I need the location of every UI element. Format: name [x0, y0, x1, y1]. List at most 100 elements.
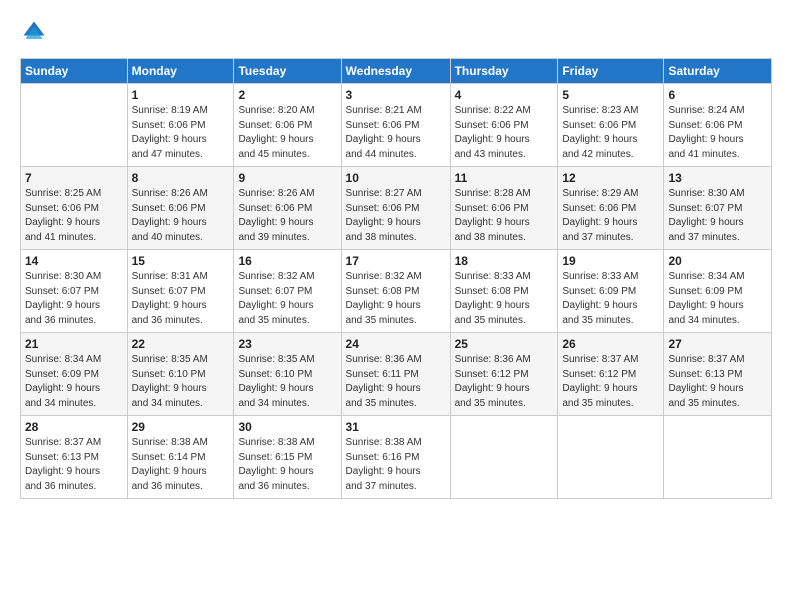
day-number: 24: [346, 337, 446, 351]
calendar-cell: 10Sunrise: 8:27 AM Sunset: 6:06 PM Dayli…: [341, 167, 450, 250]
calendar-cell: [21, 84, 128, 167]
day-info: Sunrise: 8:26 AM Sunset: 6:06 PM Dayligh…: [238, 187, 336, 245]
calendar-cell: 14Sunrise: 8:30 AM Sunset: 6:07 PM Dayli…: [21, 250, 128, 333]
day-info: Sunrise: 8:19 AM Sunset: 6:06 PM Dayligh…: [132, 104, 230, 162]
day-number: 23: [238, 337, 336, 351]
calendar-cell: 19Sunrise: 8:33 AM Sunset: 6:09 PM Dayli…: [558, 250, 664, 333]
day-number: 9: [238, 171, 336, 185]
calendar-week-row: 14Sunrise: 8:30 AM Sunset: 6:07 PM Dayli…: [21, 250, 772, 333]
day-info: Sunrise: 8:32 AM Sunset: 6:07 PM Dayligh…: [238, 270, 336, 328]
calendar-cell: 31 Sunrise: 8:38 AM Sunset: 6:16 PM Dayli…: [341, 416, 450, 499]
calendar-cell: 22 Sunrise: 8:35 AM Sunset: 6:10 PM Dayli…: [127, 333, 234, 416]
calendar-header: SundayMondayTuesdayWednesdayThursdayFrid…: [21, 59, 772, 84]
day-info: Sunrise: 8:25 AM Sunset: 6:06 PM Dayligh…: [25, 187, 123, 245]
day-info: Sunrise: 8:21 AM Sunset: 6:06 PM Dayligh…: [346, 104, 446, 162]
day-number: 2: [238, 88, 336, 102]
day-number: 26: [562, 337, 659, 351]
day-info: Sunrise: 8:36 AM Sunset: 6:12 PM Dayligh…: [455, 353, 554, 411]
header: [20, 18, 772, 46]
calendar-cell: 30 Sunrise: 8:38 AM Sunset: 6:15 PM Dayli…: [234, 416, 341, 499]
weekday-header: Wednesday: [341, 59, 450, 84]
day-number: 7: [25, 171, 123, 185]
calendar-cell: 29 Sunrise: 8:38 AM Sunset: 6:14 PM Dayli…: [127, 416, 234, 499]
day-info: Sunrise: 8:35 AM Sunset: 6:10 PM Dayligh…: [132, 353, 230, 411]
day-number: 12: [562, 171, 659, 185]
calendar-cell: 11 Sunrise: 8:28 AM Sunset: 6:06 PM Dayli…: [450, 167, 558, 250]
weekday-header: Monday: [127, 59, 234, 84]
day-number: 21: [25, 337, 123, 351]
calendar-cell: 1 Sunrise: 8:19 AM Sunset: 6:06 PM Daylig…: [127, 84, 234, 167]
day-info: Sunrise: 8:29 AM Sunset: 6:06 PM Dayligh…: [562, 187, 659, 245]
day-number: 15: [132, 254, 230, 268]
calendar-cell: 21 Sunrise: 8:34 AM Sunset: 6:09 PM Dayli…: [21, 333, 128, 416]
day-number: 20: [668, 254, 767, 268]
day-info: Sunrise: 8:38 AM Sunset: 6:16 PM Dayligh…: [346, 436, 446, 494]
weekday-header: Sunday: [21, 59, 128, 84]
calendar-week-row: 21 Sunrise: 8:34 AM Sunset: 6:09 PM Dayli…: [21, 333, 772, 416]
day-number: 19: [562, 254, 659, 268]
calendar-cell: 13 Sunrise: 8:30 AM Sunset: 6:07 PM Dayli…: [664, 167, 772, 250]
calendar-table: SundayMondayTuesdayWednesdayThursdayFrid…: [20, 58, 772, 499]
page-container: SundayMondayTuesdayWednesdayThursdayFrid…: [0, 0, 792, 509]
day-number: 13: [668, 171, 767, 185]
calendar-cell: 23 Sunrise: 8:35 AM Sunset: 6:10 PM Dayli…: [234, 333, 341, 416]
day-info: Sunrise: 8:22 AM Sunset: 6:06 PM Dayligh…: [455, 104, 554, 162]
day-info: Sunrise: 8:24 AM Sunset: 6:06 PM Dayligh…: [668, 104, 767, 162]
calendar-week-row: 7 Sunrise: 8:25 AM Sunset: 6:06 PM Daylig…: [21, 167, 772, 250]
day-number: 5: [562, 88, 659, 102]
weekday-header: Tuesday: [234, 59, 341, 84]
calendar-cell: 3 Sunrise: 8:21 AM Sunset: 6:06 PM Daylig…: [341, 84, 450, 167]
day-number: 22: [132, 337, 230, 351]
calendar-cell: 12 Sunrise: 8:29 AM Sunset: 6:06 PM Dayli…: [558, 167, 664, 250]
day-info: Sunrise: 8:38 AM Sunset: 6:14 PM Dayligh…: [132, 436, 230, 494]
day-number: 16: [238, 254, 336, 268]
day-number: 11: [455, 171, 554, 185]
day-info: Sunrise: 8:36 AM Sunset: 6:11 PM Dayligh…: [346, 353, 446, 411]
calendar-cell: 4 Sunrise: 8:22 AM Sunset: 6:06 PM Daylig…: [450, 84, 558, 167]
calendar-cell: [558, 416, 664, 499]
calendar-cell: [450, 416, 558, 499]
day-number: 10: [346, 171, 446, 185]
weekday-header: Friday: [558, 59, 664, 84]
calendar-cell: 7 Sunrise: 8:25 AM Sunset: 6:06 PM Daylig…: [21, 167, 128, 250]
calendar-cell: 8Sunrise: 8:26 AM Sunset: 6:06 PM Daylig…: [127, 167, 234, 250]
calendar-cell: 18Sunrise: 8:33 AM Sunset: 6:08 PM Dayli…: [450, 250, 558, 333]
day-info: Sunrise: 8:34 AM Sunset: 6:09 PM Dayligh…: [668, 270, 767, 328]
day-number: 25: [455, 337, 554, 351]
day-info: Sunrise: 8:37 AM Sunset: 6:13 PM Dayligh…: [25, 436, 123, 494]
calendar-cell: 26Sunrise: 8:37 AM Sunset: 6:12 PM Dayli…: [558, 333, 664, 416]
day-number: 14: [25, 254, 123, 268]
calendar-cell: 5 Sunrise: 8:23 AM Sunset: 6:06 PM Daylig…: [558, 84, 664, 167]
day-number: 17: [346, 254, 446, 268]
weekday-header: Saturday: [664, 59, 772, 84]
calendar-cell: 25 Sunrise: 8:36 AM Sunset: 6:12 PM Dayli…: [450, 333, 558, 416]
day-info: Sunrise: 8:28 AM Sunset: 6:06 PM Dayligh…: [455, 187, 554, 245]
day-info: Sunrise: 8:30 AM Sunset: 6:07 PM Dayligh…: [668, 187, 767, 245]
day-number: 3: [346, 88, 446, 102]
calendar-cell: [664, 416, 772, 499]
calendar-week-row: 1 Sunrise: 8:19 AM Sunset: 6:06 PM Daylig…: [21, 84, 772, 167]
day-info: Sunrise: 8:37 AM Sunset: 6:13 PM Dayligh…: [668, 353, 767, 411]
day-info: Sunrise: 8:31 AM Sunset: 6:07 PM Dayligh…: [132, 270, 230, 328]
calendar-week-row: 28 Sunrise: 8:37 AM Sunset: 6:13 PM Dayli…: [21, 416, 772, 499]
calendar-cell: 16 Sunrise: 8:32 AM Sunset: 6:07 PM Dayli…: [234, 250, 341, 333]
weekday-header: Thursday: [450, 59, 558, 84]
day-number: 30: [238, 420, 336, 434]
calendar-cell: 2 Sunrise: 8:20 AM Sunset: 6:06 PM Daylig…: [234, 84, 341, 167]
day-number: 29: [132, 420, 230, 434]
day-info: Sunrise: 8:23 AM Sunset: 6:06 PM Dayligh…: [562, 104, 659, 162]
calendar-cell: 6Sunrise: 8:24 AM Sunset: 6:06 PM Daylig…: [664, 84, 772, 167]
calendar-cell: 15 Sunrise: 8:31 AM Sunset: 6:07 PM Dayli…: [127, 250, 234, 333]
day-info: Sunrise: 8:20 AM Sunset: 6:06 PM Dayligh…: [238, 104, 336, 162]
day-info: Sunrise: 8:35 AM Sunset: 6:10 PM Dayligh…: [238, 353, 336, 411]
day-number: 1: [132, 88, 230, 102]
day-number: 28: [25, 420, 123, 434]
day-number: 4: [455, 88, 554, 102]
day-info: Sunrise: 8:34 AM Sunset: 6:09 PM Dayligh…: [25, 353, 123, 411]
calendar-cell: 17 Sunrise: 8:32 AM Sunset: 6:08 PM Dayli…: [341, 250, 450, 333]
day-info: Sunrise: 8:38 AM Sunset: 6:15 PM Dayligh…: [238, 436, 336, 494]
day-number: 31: [346, 420, 446, 434]
day-info: Sunrise: 8:32 AM Sunset: 6:08 PM Dayligh…: [346, 270, 446, 328]
logo: [20, 18, 50, 46]
day-info: Sunrise: 8:33 AM Sunset: 6:08 PM Dayligh…: [455, 270, 554, 328]
